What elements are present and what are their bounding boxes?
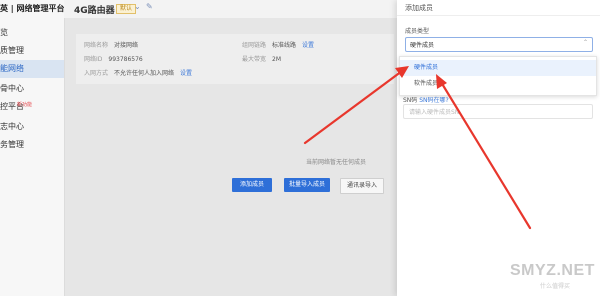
option-label: 软件成员 [414,80,439,87]
bandwidth-row: 最大带宽 2M [242,54,281,63]
sidebar-item-label: 务管理 [0,140,24,149]
connection-type-setting-link[interactable]: 设置 [302,42,314,49]
add-member-button[interactable]: 添加成员 [232,178,272,192]
sidebar-item-label: 览 [0,28,8,37]
add-member-drawer: 添加成员 成员类型 硬件成员 ⌃ 硬件成员 软件成员 SN码 SN码在哪? 请输… [397,0,600,296]
connection-type-value: 标准线路 [272,42,297,49]
drawer-divider [397,15,600,16]
option-software-member[interactable]: 软件成员 [400,76,596,92]
chevron-up-icon: ⌃ [582,39,588,46]
sidebar-item-overview[interactable]: 览 [0,24,64,42]
sn-label-text: SN码 [403,97,418,104]
sn-field-label: SN码 SN码在哪? [403,95,449,104]
network-name-key: 网络名称 [84,42,109,49]
network-info-panel: 网络名称 对接网络 网络ID 993786576 入网方式 不允许任何人加入网络 设置 … [76,34,394,84]
network-id-row: 网络ID 993786576 [84,54,143,63]
header: 4G路由器 默认 ⌄ ✎ [64,0,400,18]
new-badge: 新功能 [17,102,33,108]
brand-title: 英 | 网络管理平台 [0,4,65,13]
network-id-value: 993786576 [108,56,143,63]
sidebar-item-smart-network[interactable]: 能网络 [0,60,64,78]
sidebar-item-label: 骨中心 [0,84,24,93]
sidebar: 英 | 网络管理平台 览 质管理 能网络 骨中心 控平台 新功能 志中心 务管理 [0,0,65,296]
sn-help-link[interactable]: SN码在哪? [419,97,448,104]
watermark: SMYZ.NET 什么值得买 [498,262,598,294]
join-method-key: 入网方式 [84,70,109,77]
network-name-row: 网络名称 对接网络 [84,40,138,49]
device-tag: 默认 [116,4,137,14]
sidebar-item-label: 质管理 [0,46,24,55]
option-hardware-member[interactable]: 硬件成员 [400,60,596,76]
drawer-title: 添加成员 [405,4,433,12]
batch-import-button[interactable]: 批量导入成员 [284,178,330,192]
bandwidth-key: 最大带宽 [242,56,267,63]
sidebar-item-control-platform[interactable]: 控平台 新功能 [0,98,64,116]
sidebar-item-label: 志中心 [0,122,24,131]
join-method-setting-link[interactable]: 设置 [180,70,192,77]
sn-input[interactable]: 请输入硬件成员SN [403,104,593,119]
member-type-selected-value: 硬件成员 [410,42,435,49]
connection-type-row: 组网链路 标准线路 设置 [242,40,314,49]
join-method-value: 不允许任何人加入网络 [114,70,175,77]
network-id-key: 网络ID [84,56,103,63]
chevron-down-icon[interactable]: ⌄ [134,2,141,11]
empty-state-text: 当前网络暂无任何成员 [306,159,367,166]
member-type-select[interactable]: 硬件成员 ⌃ [405,37,593,52]
bandwidth-value: 2M [272,56,282,63]
device-title: 4G路由器 [74,6,115,16]
join-method-row: 入网方式 不允许任何人加入网络 设置 [84,68,192,77]
address-book-import-button[interactable]: 通讯录导入 [340,178,384,194]
sidebar-item-service-management[interactable]: 务管理 [0,136,64,154]
edit-pencil-icon[interactable]: ✎ [146,2,153,11]
option-label: 硬件成员 [414,64,439,71]
network-name-value: 对接网络 [114,42,139,49]
sidebar-item-label: 能网络 [0,64,24,73]
member-type-label: 成员类型 [405,28,430,35]
watermark-subtext: 什么值得买 [540,283,571,290]
member-type-dropdown: 硬件成员 软件成员 [399,56,597,96]
watermark-text: SMYZ.NET [510,262,595,279]
sn-input-placeholder: 请输入硬件成员SN [409,109,460,116]
sidebar-item-quality[interactable]: 质管理 [0,42,64,60]
sidebar-item-log-center[interactable]: 志中心 [0,118,64,136]
connection-type-key: 组网链路 [242,42,267,49]
